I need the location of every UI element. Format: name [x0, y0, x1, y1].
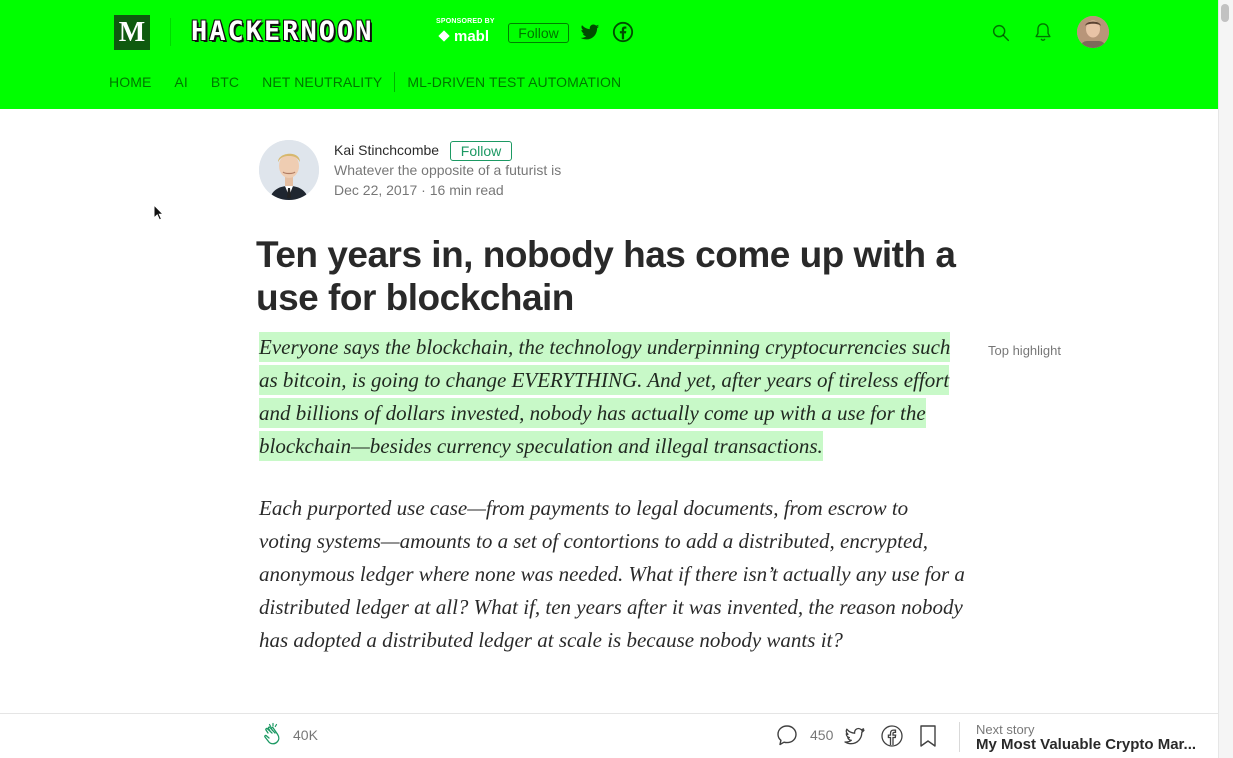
article-paragraph-highlighted[interactable]: Everyone says the blockchain, the techno…: [259, 331, 961, 463]
mouse-cursor-icon: [153, 204, 165, 221]
sponsor-logo[interactable]: mabl: [438, 28, 490, 45]
share-twitter-icon[interactable]: [843, 724, 867, 748]
publication-header: M HACKERNOON SPONSORED BY mabl Follow HO…: [0, 0, 1218, 109]
next-story-link[interactable]: My Most Valuable Crypto Mar...: [976, 736, 1206, 753]
scrollbar-thumb[interactable]: [1221, 4, 1229, 22]
clap-count[interactable]: 40K: [293, 727, 318, 743]
author-name[interactable]: Kai Stinchcombe: [334, 142, 439, 158]
article-paragraph[interactable]: Each purported use case—from payments to…: [259, 492, 965, 657]
top-highlight-label: Top highlight: [988, 343, 1061, 358]
header-divider: [170, 18, 171, 46]
post-date[interactable]: Dec 22, 2017: [334, 182, 417, 198]
highlighted-text[interactable]: Everyone says the blockchain, the techno…: [259, 332, 951, 461]
clap-icon[interactable]: [260, 722, 286, 748]
search-icon[interactable]: [990, 22, 1012, 44]
share-facebook-icon[interactable]: [880, 724, 904, 748]
nav-ai[interactable]: AI: [174, 74, 187, 90]
twitter-icon[interactable]: [579, 21, 601, 43]
user-avatar-icon: [1077, 16, 1109, 48]
footer-divider: [959, 722, 960, 752]
next-story-label: Next story: [976, 722, 1035, 737]
read-time: 16 min read: [429, 182, 504, 198]
bell-icon[interactable]: [1032, 21, 1054, 43]
bookmark-icon[interactable]: [919, 724, 937, 748]
nav-separator: [394, 72, 396, 92]
article-title: Ten years in, nobody has come up with a …: [256, 234, 956, 318]
meta-separator: ·: [417, 182, 430, 198]
nav-btc[interactable]: BTC: [211, 74, 239, 90]
nav-home[interactable]: HOME: [109, 74, 151, 90]
response-count[interactable]: 450: [810, 727, 833, 743]
scrollbar-track[interactable]: [1218, 0, 1233, 758]
publication-nav: HOME AI BTC NET NEUTRALITY ML-DRIVEN TES…: [109, 72, 644, 92]
nav-ml-test-automation[interactable]: ML-DRIVEN TEST AUTOMATION: [407, 74, 621, 90]
user-avatar[interactable]: [1077, 16, 1109, 48]
medium-logo[interactable]: M: [114, 15, 150, 50]
facebook-icon[interactable]: [612, 21, 634, 43]
follow-publication-button[interactable]: Follow: [508, 23, 569, 43]
post-meta: Dec 22, 2017 · 16 min read: [334, 182, 504, 198]
follow-author-button[interactable]: Follow: [450, 141, 512, 161]
author-avatar[interactable]: [259, 140, 319, 200]
responses-icon[interactable]: [776, 724, 798, 746]
sponsor-cube-icon: [438, 30, 450, 42]
author-photo-icon: [259, 140, 319, 200]
author-bio: Whatever the opposite of a futurist is: [334, 162, 562, 178]
nav-net-neutrality[interactable]: NET NEUTRALITY: [262, 74, 382, 90]
sponsored-label: SPONSORED BY: [436, 18, 495, 25]
sponsor-name: mabl: [454, 28, 490, 45]
publication-logo[interactable]: HACKERNOON: [191, 16, 374, 48]
